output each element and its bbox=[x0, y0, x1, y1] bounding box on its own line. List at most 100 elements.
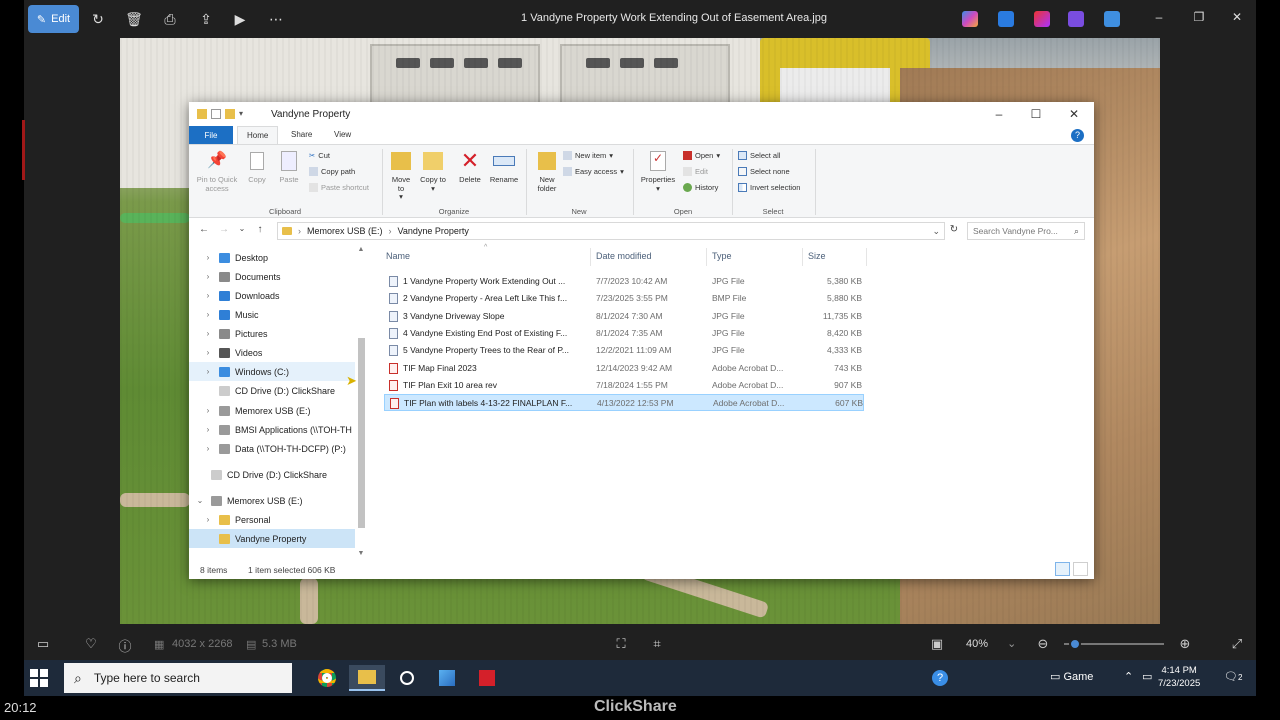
info-icon[interactable]: ⓘ bbox=[116, 636, 134, 655]
column-header-size[interactable]: Size bbox=[808, 251, 826, 261]
file-row[interactable]: TIF Plan Exit 10 area rev 7/18/2024 1:55 … bbox=[384, 377, 864, 394]
open-button[interactable]: Open ▾ bbox=[683, 151, 720, 160]
scroll-down-icon[interactable]: ▼ bbox=[356, 550, 366, 557]
nav-item[interactable]: › Videos bbox=[189, 343, 355, 362]
checkbox-icon[interactable] bbox=[211, 109, 221, 119]
address-dropdown-icon[interactable]: ⌄ bbox=[932, 226, 940, 237]
refresh-icon[interactable]: ↻ bbox=[947, 224, 961, 235]
large-icons-view-icon[interactable] bbox=[1073, 562, 1088, 576]
file-explorer-icon[interactable] bbox=[349, 665, 385, 691]
copy-path-button[interactable]: Copy path bbox=[309, 167, 355, 176]
breadcrumb-folder[interactable]: Vandyne Property bbox=[398, 226, 469, 236]
tab-share[interactable]: Share bbox=[291, 130, 312, 139]
delete-button[interactable]: ✕ Delete bbox=[457, 148, 483, 185]
help-icon[interactable]: ? bbox=[932, 670, 948, 686]
expand-chevron-icon[interactable]: › bbox=[203, 367, 213, 376]
restore-icon[interactable]: ❐ bbox=[1190, 10, 1208, 24]
zoom-in-icon[interactable]: ⊕ bbox=[1176, 636, 1194, 652]
nav-item[interactable]: ⌄ Memorex USB (E:) bbox=[189, 491, 355, 510]
nav-scrollbar[interactable]: ▲ ▼ bbox=[356, 246, 366, 560]
nav-item[interactable]: › Data (\\TOH-TH-DCFP) (P:) bbox=[189, 439, 355, 458]
select-all-button[interactable]: Select all bbox=[738, 151, 780, 160]
file-row[interactable]: 1 Vandyne Property Work Extending Out ..… bbox=[384, 273, 864, 290]
paste-button[interactable]: Paste bbox=[277, 149, 301, 185]
scan-icon[interactable]: ⌗ bbox=[648, 636, 666, 652]
select-none-button[interactable]: Select none bbox=[738, 167, 790, 176]
expand-chevron-icon[interactable]: ⌄ bbox=[195, 496, 205, 505]
print-icon[interactable]: ⎙ bbox=[160, 9, 180, 29]
edit-ribbon-button[interactable]: Edit bbox=[683, 167, 708, 176]
cut-button[interactable]: ✂ Cut bbox=[309, 151, 330, 160]
nav-item[interactable]: › Documents bbox=[189, 267, 355, 286]
expand-chevron-icon[interactable]: › bbox=[203, 310, 213, 319]
file-row[interactable]: 2 Vandyne Property - Area Left Like This… bbox=[384, 290, 864, 307]
more-icon[interactable]: ⋯ bbox=[266, 9, 286, 29]
file-row[interactable]: 5 Vandyne Property Trees to the Rear of … bbox=[384, 342, 864, 359]
file-row[interactable]: 3 Vandyne Driveway Slope 8/1/2024 7:30 AM… bbox=[384, 308, 864, 325]
new-item-button[interactable]: New item ▾ bbox=[563, 151, 613, 160]
details-view-icon[interactable] bbox=[1055, 562, 1070, 576]
forward-icon[interactable]: → bbox=[217, 224, 231, 235]
column-header-date[interactable]: Date modified bbox=[596, 251, 652, 261]
taskbar-search-input[interactable]: ⌕ Type here to search bbox=[64, 663, 292, 693]
minimize-icon[interactable]: – bbox=[991, 107, 1007, 121]
nav-item[interactable]: CD Drive (D:) ClickShare bbox=[189, 465, 355, 484]
minimize-icon[interactable]: – bbox=[1150, 10, 1168, 24]
copy-to-button[interactable]: Copy to ▾ bbox=[420, 149, 446, 193]
game-widget[interactable]: ▭ Game bbox=[1050, 670, 1093, 683]
search-input[interactable]: Search Vandyne Pro... ⌕ bbox=[967, 222, 1085, 240]
nav-item[interactable]: Vandyne Property bbox=[189, 529, 355, 548]
tab-view[interactable]: View bbox=[334, 130, 351, 139]
tab-file[interactable]: File bbox=[189, 126, 233, 144]
invert-selection-button[interactable]: Invert selection bbox=[738, 183, 800, 192]
edit-button[interactable]: ✎ Edit bbox=[28, 5, 79, 33]
expand-chevron-icon[interactable]: › bbox=[203, 291, 213, 300]
delete-icon[interactable]: 🗑 bbox=[124, 9, 144, 29]
crop-icon[interactable]: ⛶ bbox=[612, 636, 630, 652]
paste-shortcut-button[interactable]: Paste shortcut bbox=[309, 183, 369, 192]
scroll-thumb[interactable] bbox=[358, 338, 365, 528]
new-folder-button[interactable]: New folder bbox=[532, 149, 562, 193]
nav-item[interactable]: › Music bbox=[189, 305, 355, 324]
expand-chevron-icon[interactable]: › bbox=[203, 253, 213, 262]
back-icon[interactable]: ← bbox=[197, 224, 211, 235]
close-icon[interactable]: ✕ bbox=[1228, 10, 1246, 24]
nav-item[interactable]: CD Drive (D:) ClickShare bbox=[189, 381, 355, 400]
nav-item[interactable]: › Personal bbox=[189, 510, 355, 529]
share-icon[interactable]: ⇪ bbox=[196, 9, 216, 29]
maximize-icon[interactable]: ☐ bbox=[1028, 107, 1044, 121]
rename-button[interactable]: Rename bbox=[487, 149, 521, 185]
close-icon[interactable]: ✕ bbox=[1066, 107, 1082, 121]
file-row[interactable]: TIF Plan with labels 4-13-22 FINALPLAN F… bbox=[384, 394, 864, 412]
filmstrip-icon[interactable]: ▭ bbox=[34, 636, 52, 652]
address-bar[interactable]: › Memorex USB (E:) › Vandyne Property ⌄ bbox=[277, 222, 945, 240]
nav-item[interactable]: › Pictures bbox=[189, 324, 355, 343]
fullscreen-icon[interactable]: ⤢ bbox=[1228, 636, 1246, 652]
network-icon[interactable]: ▭ bbox=[1142, 670, 1152, 683]
chrome-icon[interactable] bbox=[309, 665, 345, 691]
help-icon[interactable]: ? bbox=[1071, 129, 1084, 142]
tray-chevron-icon[interactable]: ⌃ bbox=[1124, 670, 1133, 683]
designer-icon[interactable] bbox=[1034, 11, 1050, 27]
move-to-button[interactable]: Move to ▾ bbox=[388, 149, 414, 202]
zoom-slider-knob[interactable] bbox=[1069, 638, 1081, 650]
copy-button[interactable]: Copy bbox=[245, 149, 269, 185]
slideshow-icon[interactable]: ▶ bbox=[230, 9, 250, 29]
scroll-up-icon[interactable]: ▲ bbox=[356, 246, 366, 253]
file-row[interactable]: 4 Vandyne Existing End Post of Existing … bbox=[384, 325, 864, 342]
expand-chevron-icon[interactable]: › bbox=[203, 329, 213, 338]
new-folder-icon[interactable] bbox=[225, 109, 235, 119]
notifications-icon[interactable]: 🗨2 bbox=[1224, 670, 1242, 683]
file-row[interactable]: TIF Map Final 2023 12/14/2023 9:42 AM Adob… bbox=[384, 360, 864, 377]
pin-quick-access-button[interactable]: 📌 Pin to Quick access bbox=[193, 149, 241, 193]
zoom-slider[interactable] bbox=[1064, 638, 1164, 650]
expand-chevron-icon[interactable]: › bbox=[203, 444, 213, 453]
chevron-down-icon[interactable]: ▾ bbox=[239, 109, 243, 119]
breadcrumb-drive[interactable]: Memorex USB (E:) bbox=[307, 226, 383, 236]
expand-chevron-icon[interactable]: › bbox=[203, 515, 213, 524]
column-header-name[interactable]: Name bbox=[386, 251, 410, 261]
expand-chevron-icon[interactable]: › bbox=[203, 425, 213, 434]
copilot-icon[interactable] bbox=[962, 11, 978, 27]
history-button[interactable]: History bbox=[683, 183, 718, 192]
nav-item[interactable]: › BMSI Applications (\\TOH-TH bbox=[189, 420, 355, 439]
